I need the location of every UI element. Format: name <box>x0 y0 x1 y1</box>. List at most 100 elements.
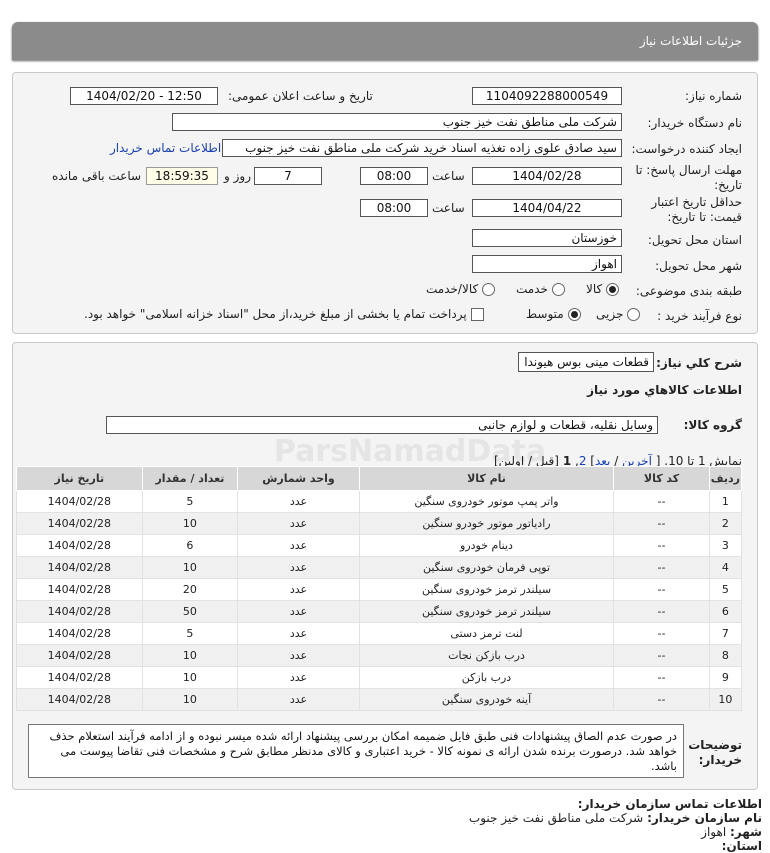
cell-date: 1404/02/28 <box>16 578 143 601</box>
cell-date: 1404/02/28 <box>16 644 143 667</box>
cell-code: -- <box>613 622 710 645</box>
category-service-label: خدمت <box>516 282 548 296</box>
buyer-notes: در صورت عدم الصاق پیشنهادات فنی طبق فایل… <box>28 724 684 778</box>
col-code: کد کالا <box>613 466 710 491</box>
category-label: طبقه بندی موضوعی: <box>635 284 742 298</box>
process-label: نوع فرآیند خرید : <box>657 309 742 323</box>
payment-checkbox[interactable] <box>470 308 484 321</box>
cell-code: -- <box>613 644 710 667</box>
page-title: جزئیات اطلاعات نیاز <box>639 34 742 48</box>
group-label: گروه کالا: <box>683 418 742 432</box>
cell-name: واتر پمپ موتور خودروی سنگین <box>358 490 615 513</box>
days-label: روز و <box>224 169 251 183</box>
category-goods-service-radio[interactable] <box>482 283 496 296</box>
announce-field: 1404/02/20 - 12:50 <box>70 87 218 105</box>
cell-name: درب بازکن نجات <box>358 644 615 667</box>
buyer-contact-link[interactable]: اطلاعات تماس خریدار <box>110 141 221 155</box>
cell-row: 1 <box>708 490 743 513</box>
contact-province-label: استان: <box>721 839 762 853</box>
process-option-medium[interactable]: متوسط <box>526 307 581 321</box>
announce-label: تاریخ و ساعت اعلان عمومی: <box>228 89 373 103</box>
cell-name: رادیاتور موتور خودرو سنگین <box>358 512 615 535</box>
notes-label-2: خریدار: <box>698 753 742 767</box>
cell-row: 2 <box>708 512 743 535</box>
table-row: 10 -- آینه خودروی سنگین عدد 10 1404/02/2… <box>16 688 743 711</box>
desc-label: شرح کلي نياز: <box>656 356 742 370</box>
category-option-goods-service[interactable]: کالا/خدمت <box>426 282 496 296</box>
category-option-goods[interactable]: کالا <box>586 282 620 296</box>
cell-date: 1404/02/28 <box>16 600 143 623</box>
deadline-date-field: 1404/02/28 <box>472 167 622 185</box>
cell-date: 1404/02/28 <box>16 622 143 645</box>
creator-field: سید صادق علوی زاده تغذیه اسناد خرید شرکت… <box>222 139 622 157</box>
cell-row: 5 <box>708 578 743 601</box>
cell-row: 3 <box>708 534 743 557</box>
cell-row: 9 <box>708 666 743 689</box>
col-qty: تعداد / مقدار <box>141 466 239 491</box>
remaining-time-field: 18:59:35 <box>146 167 218 185</box>
table-row: 7 -- لنت ترمز دستی عدد 5 1404/02/28 <box>16 622 743 645</box>
deadline-time-field: 08:00 <box>360 167 428 185</box>
cell-row: 8 <box>708 644 743 667</box>
deadline-label-2: تاریخ: <box>714 178 742 192</box>
cell-name: توپی فرمان خودروی سنگین <box>358 556 615 579</box>
col-name: نام کالا <box>358 466 615 491</box>
goods-info-title: اطلاعات کالاهاي مورد نياز <box>587 383 742 397</box>
contact-org-label: نام سازمان خریدار: <box>647 811 762 825</box>
cell-qty: 10 <box>141 512 239 535</box>
table-row: 9 -- درب بازکن عدد 10 1404/02/28 <box>16 666 743 689</box>
cell-date: 1404/02/28 <box>16 490 143 513</box>
cell-date: 1404/02/28 <box>16 666 143 689</box>
cell-code: -- <box>613 556 710 579</box>
cell-name: سیلندر ترمز خودروی سنگین <box>358 578 615 601</box>
category-service-radio[interactable] <box>551 283 565 296</box>
province-label: استان محل تحویل: <box>647 233 742 247</box>
cell-unit: عدد <box>237 622 360 645</box>
cell-code: -- <box>613 490 710 513</box>
cell-unit: عدد <box>237 578 360 601</box>
cell-row: 7 <box>708 622 743 645</box>
category-goods-service-label: کالا/خدمت <box>426 282 479 296</box>
cell-qty: 10 <box>141 666 239 689</box>
process-option-minor[interactable]: جزیی <box>596 307 641 321</box>
cell-unit: عدد <box>237 688 360 711</box>
table-row: 2 -- رادیاتور موتور خودرو سنگین عدد 10 1… <box>16 512 743 535</box>
contact-org-value: شرکت ملی مناطق نفت خیز جنوب <box>468 811 644 825</box>
contact-province: استان: <box>722 839 762 853</box>
cell-unit: عدد <box>237 556 360 579</box>
need-number-field: 1104092288000549 <box>472 87 622 105</box>
cell-date: 1404/02/28 <box>16 556 143 579</box>
category-option-service[interactable]: خدمت <box>516 282 565 296</box>
category-goods-label: کالا <box>586 282 603 296</box>
category-goods-radio[interactable] <box>606 283 620 296</box>
cell-name: درب بازکن <box>358 666 615 689</box>
process-minor-radio[interactable] <box>627 308 641 321</box>
payment-option[interactable]: پرداخت تمام یا بخشی از مبلغ خرید،از محل … <box>84 307 484 321</box>
cell-code: -- <box>613 666 710 689</box>
group-field: وسایل نقلیه، قطعات و لوازم جانبی <box>106 416 658 434</box>
contact-city-value: اهواز <box>701 825 727 839</box>
cell-unit: عدد <box>237 644 360 667</box>
cell-qty: 50 <box>141 600 239 623</box>
cell-code: -- <box>613 600 710 623</box>
validity-date-field: 1404/04/22 <box>472 199 622 217</box>
cell-unit: عدد <box>237 600 360 623</box>
cell-qty: 6 <box>141 534 239 557</box>
contact-title: اطلاعات تماس سازمان خریدار: <box>577 797 762 811</box>
col-date: تاریخ نیاز <box>16 466 143 491</box>
process-medium-radio[interactable] <box>567 308 581 321</box>
cell-qty: 10 <box>141 688 239 711</box>
validity-time-label: ساعت <box>432 201 465 215</box>
goods-table: ردیف کد کالا نام کالا واحد شمارش تعداد /… <box>16 466 743 711</box>
days-field: 7 <box>254 167 322 185</box>
table-row: 8 -- درب بازکن نجات عدد 10 1404/02/28 <box>16 644 743 667</box>
cell-qty: 20 <box>141 578 239 601</box>
province-field: خوزستان <box>472 229 622 247</box>
cell-date: 1404/02/28 <box>16 512 143 535</box>
goods-table-header: ردیف کد کالا نام کالا واحد شمارش تعداد /… <box>16 466 743 491</box>
deadline-time-label: ساعت <box>432 169 465 183</box>
contact-org: نام سازمان خریدار: شرکت ملی مناطق نفت خی… <box>469 811 762 825</box>
city-field: اهواز <box>472 255 622 273</box>
buyer-org-field: شرکت ملی مناطق نفت خیز جنوب <box>172 113 622 131</box>
contact-city-label: شهر: <box>730 825 762 839</box>
